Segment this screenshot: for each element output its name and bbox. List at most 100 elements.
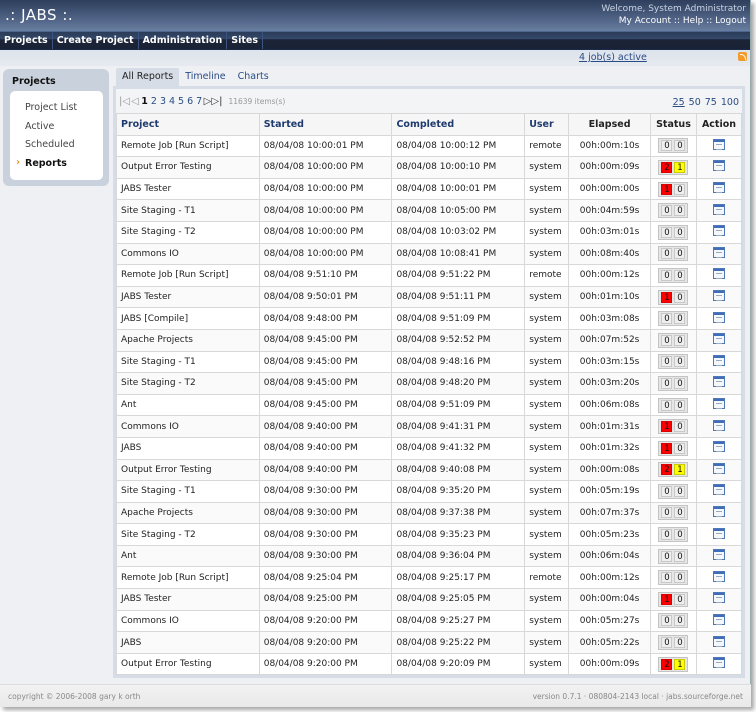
jobs-active-link[interactable]: 4 job(s) active bbox=[579, 52, 647, 63]
view-report-icon[interactable] bbox=[712, 592, 725, 604]
page-link-5[interactable]: 5 bbox=[178, 96, 184, 107]
view-report-icon[interactable] bbox=[712, 354, 725, 366]
view-report-icon[interactable] bbox=[712, 398, 725, 410]
cell-action bbox=[695, 393, 743, 417]
view-report-icon[interactable] bbox=[712, 657, 725, 669]
nav-sites[interactable]: Sites bbox=[227, 32, 264, 49]
nav-create-project[interactable]: Create Project bbox=[53, 32, 139, 49]
table-row: Remote Job [Run Script] 08/04/08 9:51:10 … bbox=[116, 264, 743, 287]
view-report-icon[interactable] bbox=[712, 203, 725, 215]
cell-elapsed: 00h:00m:08s bbox=[568, 458, 651, 482]
cell-completed: 08/04/08 9:35:20 PM bbox=[391, 480, 526, 503]
cell-elapsed: 00h:01m:10s bbox=[568, 285, 651, 309]
cell-completed: 08/04/08 9:48:16 PM bbox=[391, 350, 526, 374]
my-account-link[interactable]: My Account bbox=[619, 16, 671, 26]
cell-started: 08/04/08 9:30:00 PM bbox=[258, 480, 393, 503]
warning-count-badge: 0 bbox=[674, 637, 686, 649]
cell-project: JABS bbox=[116, 631, 260, 654]
cell-status: 10 bbox=[650, 285, 697, 309]
cell-action bbox=[695, 307, 743, 330]
help-link[interactable]: Help bbox=[683, 16, 704, 26]
prev-page-icon[interactable]: ◁ bbox=[131, 96, 139, 107]
first-page-icon[interactable]: |◁ bbox=[119, 96, 130, 107]
cell-completed: 08/04/08 9:41:31 PM bbox=[391, 415, 526, 438]
nav-projects[interactable]: Projects bbox=[0, 32, 53, 49]
page-link-4[interactable]: 4 bbox=[169, 96, 175, 107]
tab-timeline[interactable]: Timeline bbox=[179, 68, 231, 86]
status-badges: 21 bbox=[658, 159, 689, 175]
status-badges: 00 bbox=[658, 332, 689, 348]
view-report-icon[interactable] bbox=[712, 376, 725, 388]
sidebar-item-scheduled[interactable]: Scheduled bbox=[25, 139, 75, 150]
status-badges: 00 bbox=[658, 635, 689, 651]
page-size-100[interactable]: 100 bbox=[721, 97, 739, 108]
page-link-3[interactable]: 3 bbox=[160, 96, 166, 107]
view-report-icon[interactable] bbox=[712, 268, 725, 280]
nav-administration[interactable]: Administration bbox=[139, 32, 228, 49]
tab-all-reports[interactable]: All Reports bbox=[116, 68, 180, 86]
view-report-icon[interactable] bbox=[712, 225, 725, 237]
view-report-icon[interactable] bbox=[712, 333, 725, 345]
page-link-7[interactable]: 7 bbox=[196, 96, 202, 107]
view-report-icon[interactable] bbox=[712, 462, 725, 474]
cell-completed: 08/04/08 9:48:20 PM bbox=[391, 372, 526, 395]
view-report-icon[interactable] bbox=[712, 246, 725, 258]
cell-elapsed: 00h:00m:04s bbox=[568, 588, 651, 611]
warning-count-badge: 1 bbox=[674, 161, 686, 173]
table-row: Apache Projects 08/04/08 9:45:00 PM 08/04/… bbox=[116, 328, 743, 352]
view-report-icon[interactable] bbox=[712, 182, 725, 194]
column-header-user[interactable]: User bbox=[524, 113, 570, 136]
cell-status: 00 bbox=[650, 242, 697, 266]
page-size-25[interactable]: 25 bbox=[673, 97, 685, 108]
view-report-icon[interactable] bbox=[712, 160, 725, 172]
cell-elapsed: 00h:01m:32s bbox=[568, 436, 651, 460]
table-row: Output Error Testing 08/04/08 10:00:00 PM… bbox=[116, 156, 743, 179]
cell-project: Ant bbox=[116, 544, 260, 568]
cell-started: 08/04/08 9:40:00 PM bbox=[258, 415, 393, 438]
column-header-completed[interactable]: Completed bbox=[391, 113, 526, 136]
error-count-badge: 0 bbox=[661, 248, 673, 260]
page-link-1[interactable]: 1 bbox=[141, 96, 148, 107]
page-link-2[interactable]: 2 bbox=[151, 96, 157, 107]
view-report-icon[interactable] bbox=[712, 419, 725, 431]
sidebar-item-project-list[interactable]: Project List bbox=[25, 102, 77, 113]
cell-user: system bbox=[524, 415, 570, 438]
view-report-icon[interactable] bbox=[712, 570, 725, 582]
error-count-badge: 1 bbox=[661, 442, 673, 454]
view-report-icon[interactable] bbox=[712, 138, 725, 150]
cell-user: system bbox=[524, 588, 570, 611]
page-size-75[interactable]: 75 bbox=[705, 97, 717, 108]
warning-count-badge: 0 bbox=[674, 615, 686, 627]
column-header-project[interactable]: Project bbox=[116, 113, 260, 136]
page-link-6[interactable]: 6 bbox=[187, 96, 193, 107]
column-header-started[interactable]: Started bbox=[258, 113, 393, 136]
status-badges: 00 bbox=[658, 527, 689, 543]
view-report-icon[interactable] bbox=[712, 505, 725, 517]
next-page-icon[interactable]: ▷ bbox=[204, 96, 212, 107]
cell-project: JABS Tester bbox=[116, 285, 260, 309]
view-report-icon[interactable] bbox=[712, 613, 725, 625]
view-report-icon[interactable] bbox=[712, 441, 725, 453]
rss-feed-icon[interactable] bbox=[738, 52, 747, 61]
app-logo[interactable]: .: JABS :. bbox=[5, 6, 73, 24]
cell-elapsed: 00h:00m:09s bbox=[568, 156, 651, 179]
warning-count-badge: 0 bbox=[674, 507, 686, 519]
view-report-icon[interactable] bbox=[712, 484, 725, 496]
status-badges: 00 bbox=[658, 203, 689, 219]
page-size-50[interactable]: 50 bbox=[689, 97, 701, 108]
view-report-icon[interactable] bbox=[712, 311, 725, 323]
error-count-badge: 0 bbox=[661, 205, 673, 217]
view-report-icon[interactable] bbox=[712, 635, 725, 647]
view-report-icon[interactable] bbox=[712, 290, 725, 302]
view-report-icon[interactable] bbox=[712, 527, 725, 539]
tab-charts[interactable]: Charts bbox=[232, 68, 275, 86]
view-report-icon[interactable] bbox=[712, 549, 725, 561]
cell-project: Site Staging - T2 bbox=[116, 523, 260, 546]
sidebar-item-reports[interactable]: Reports bbox=[25, 158, 67, 169]
cell-user: system bbox=[524, 307, 570, 330]
warning-count-badge: 0 bbox=[674, 226, 686, 238]
sidebar-item-active[interactable]: Active bbox=[25, 121, 54, 132]
cell-completed: 08/04/08 9:25:22 PM bbox=[391, 631, 526, 654]
last-page-icon[interactable]: ▷| bbox=[211, 96, 222, 107]
logout-link[interactable]: Logout bbox=[715, 16, 746, 26]
